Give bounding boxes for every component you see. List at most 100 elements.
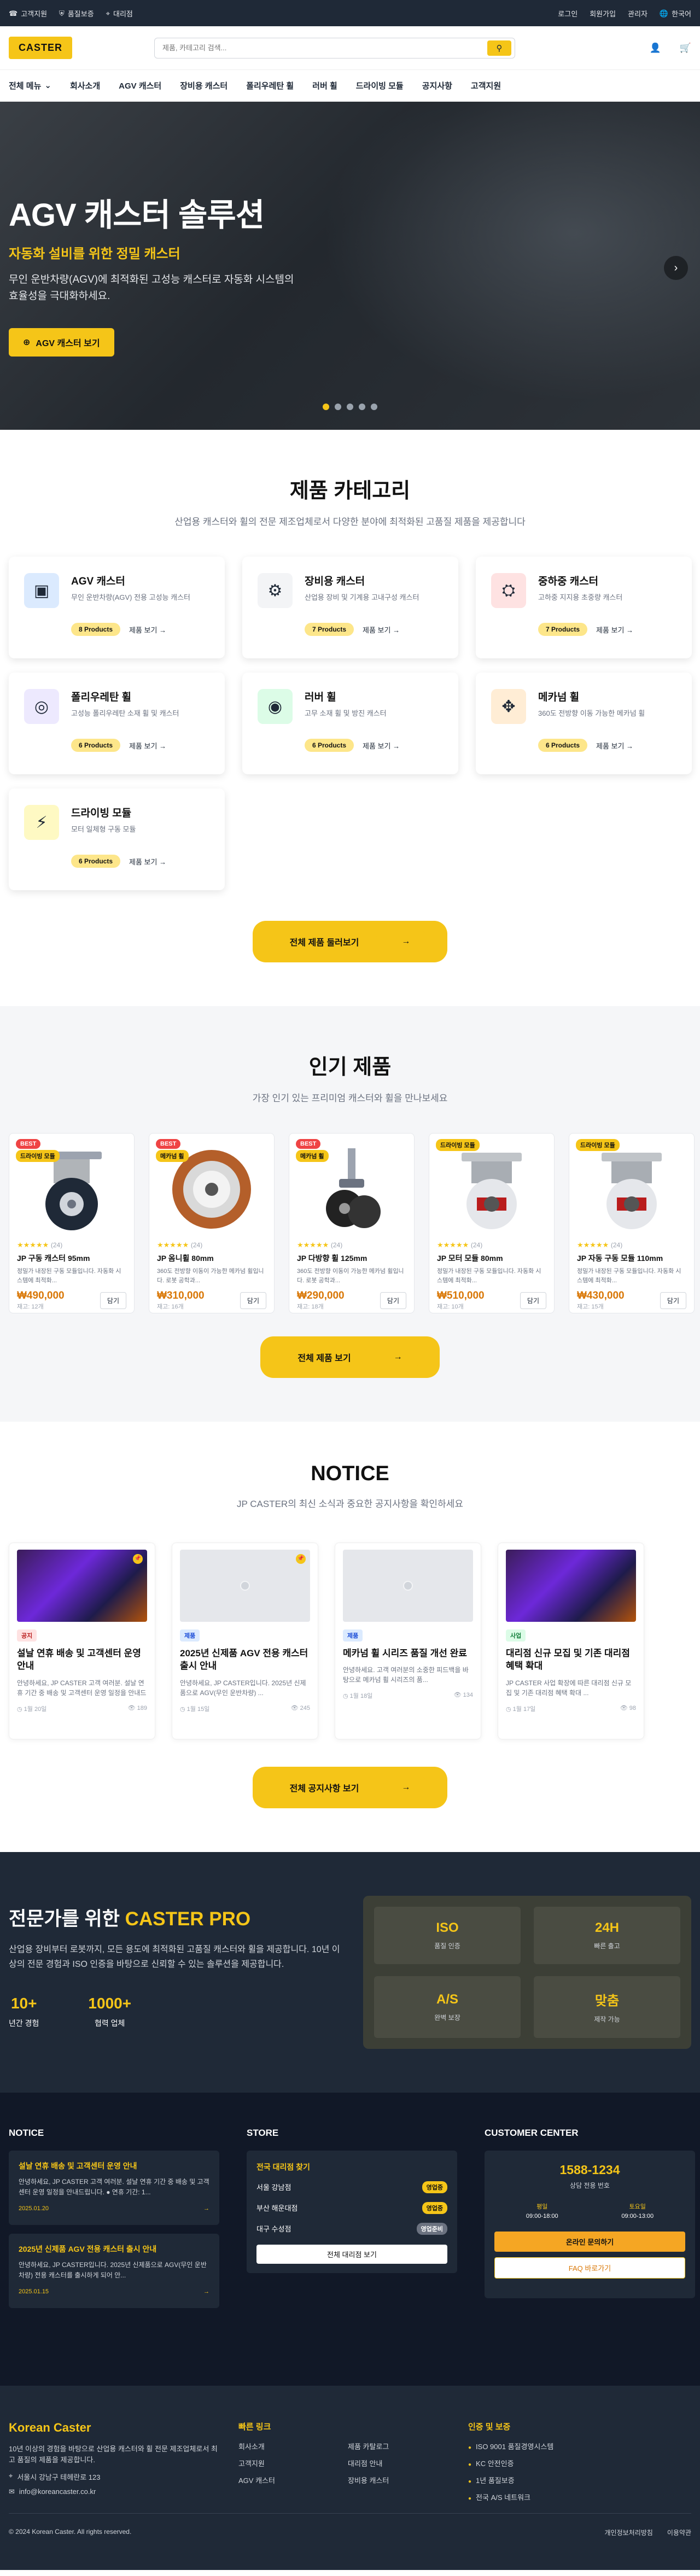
hero-cta-button[interactable]: ⊕ AGV 캐스터 보기 <box>9 328 114 357</box>
add-to-cart-button[interactable]: 담기 <box>100 1292 126 1309</box>
category-desc: 산업용 장비 및 기계용 고내구성 캐스터 <box>305 593 419 602</box>
view-products-link[interactable]: 제품 보기 → <box>596 740 633 751</box>
footer-link[interactable]: 회사소개 <box>238 2441 348 2451</box>
topbar-link-1[interactable]: ⛨ 품질보증 <box>59 8 94 19</box>
product-card[interactable]: 드라이빙 모듈 ★★★★★ (24) JP 자동 구동 모듈 110mm 정밀가 내장… <box>569 1133 695 1314</box>
view-products-link[interactable]: 제품 보기 → <box>596 624 633 635</box>
all-products-button[interactable]: 전체 제품 둘러보기 → <box>252 921 448 963</box>
view-all-products-button[interactable]: 전체 제품 보기 → <box>260 1336 440 1378</box>
privacy-link[interactable]: 개인정보처리방침 <box>605 2528 653 2537</box>
slide-dot[interactable] <box>359 404 365 410</box>
section-subtitle: JP CASTER의 최신 소식과 중요한 공지사항을 확인하세요 <box>237 1499 463 1510</box>
nav-item-3[interactable]: 폴리우레탄 휠 <box>246 80 294 91</box>
nav-item-5[interactable]: 드라이빙 모듈 <box>356 80 404 91</box>
topbar-link-2[interactable]: ⌖ 대리점 <box>106 8 133 19</box>
category-card[interactable]: ⛭ 중하중 캐스터 고하중 지지용 초중량 캐스터 7 Products 제품 보기 → <box>476 557 692 659</box>
add-to-cart-button[interactable]: 담기 <box>380 1292 406 1309</box>
category-card[interactable]: ✥ 메카넘 휠 360도 전방향 이동 가능한 메카넘 휠 6 Products 제품 … <box>476 673 692 775</box>
notice-image <box>343 1549 473 1622</box>
add-to-cart-button[interactable]: 담기 <box>520 1292 546 1309</box>
store-row[interactable]: 대구 수성점 영업준비 <box>256 2222 447 2235</box>
view-products-link[interactable]: 제품 보기 → <box>129 856 166 867</box>
slide-dot[interactable] <box>335 404 341 410</box>
notice-card[interactable]: 제품 메카넘 휠 시리즈 품질 개선 완료 안녕하세요. 고객 여러분의 소중한 피… <box>335 1542 481 1739</box>
nav-item-7[interactable]: 고객지원 <box>471 80 501 91</box>
user-icon[interactable]: 👤 <box>650 43 661 52</box>
footer-notice-item[interactable]: 2025년 신제품 AGV 전용 캐스터 출시 안내 안녕하세요, JP CAST… <box>9 2233 219 2308</box>
cert-item: KC 안전인증 <box>468 2458 553 2468</box>
search-input[interactable] <box>162 44 488 52</box>
product-card[interactable]: 드라이빙 모듈 ★★★★★ (24) JP 모터 모듈 80mm 정밀가 내장된 구동… <box>429 1133 555 1314</box>
category-icon: ⛭ <box>491 573 526 609</box>
footer-notice: NOTICE 설날 연휴 배송 및 고객센터 운영 안내 안녕하세요, JP CA… <box>9 2128 219 2358</box>
notice-card[interactable]: 사업 대리점 신규 모집 및 기존 대리점 혜택 확대 JP CASTER 사업 확… <box>498 1542 644 1739</box>
category-card[interactable]: ◉ 러버 휠 고무 소재 휠 및 방진 캐스터 6 Products 제품 보기 → <box>242 673 458 775</box>
nav-item-0[interactable]: 회사소개 <box>70 80 100 91</box>
add-to-cart-button[interactable]: 담기 <box>660 1292 686 1309</box>
site-logo[interactable]: CASTER <box>9 37 73 59</box>
best-badge: BEST <box>16 1139 41 1149</box>
feature-label: 제작 가능 <box>594 2016 620 2024</box>
online-inquiry-button[interactable]: 온라인 문의하기 <box>494 2231 685 2252</box>
faq-button[interactable]: FAQ 바로가기 <box>494 2257 685 2279</box>
footer-link[interactable]: 장비용 캐스터 <box>348 2475 457 2485</box>
footer-link[interactable]: 제품 카탈로그 <box>348 2441 457 2451</box>
pro-feature-tile: ISO 품질 인증 <box>374 1906 521 1965</box>
notice-date: ◷ 1월 20일 <box>17 1706 47 1713</box>
product-stock: 재고: 12개 <box>17 1304 44 1311</box>
view-products-link[interactable]: 제품 보기 → <box>129 740 166 751</box>
product-card[interactable]: BEST 메카넘 휠 ★★★★★ (24) JP 옴니휠 80mm 360도 전방향 이… <box>149 1133 275 1314</box>
product-name: JP 모터 모듈 80mm <box>437 1254 503 1263</box>
store-row[interactable]: 부산 해운대점 영업중 <box>256 2201 447 2214</box>
admin-link[interactable]: 관리자 <box>628 8 648 19</box>
category-card[interactable]: ▣ AGV 캐스터 무인 운반차량(AGV) 전용 고성능 캐스터 8 Product… <box>9 557 225 659</box>
login-link[interactable]: 로그인 <box>558 8 578 19</box>
all-menu-button[interactable]: 전체 메뉴 ⌄ <box>9 80 51 91</box>
add-to-cart-button[interactable]: 담기 <box>240 1292 266 1309</box>
search-button[interactable]: ⚲ <box>487 40 512 56</box>
language-selector[interactable]: 🌐 한국어 <box>660 8 691 19</box>
footer-link[interactable]: AGV 캐스터 <box>238 2475 348 2485</box>
notice-views: 👁 189 <box>127 1705 147 1712</box>
signup-link[interactable]: 회원가입 <box>590 8 616 19</box>
notice-card[interactable]: 📌 공지 설날 연휴 배송 및 고객센터 운영 안내 안녕하세요, JP CASTER… <box>9 1542 155 1739</box>
product-desc: 360도 전방향 이동이 가능한 메카넘 휠입니다. 로봇 공학과... <box>297 1268 404 1284</box>
cert-item: 전국 A/S 네트워크 <box>468 2492 553 2502</box>
store-row[interactable]: 서울 강남점 영업중 <box>256 2181 447 2193</box>
product-card[interactable]: BEST 메카넘 휠 ★★★★★ (24) JP 다방향 휠 125mm 360도 전방… <box>289 1133 415 1314</box>
slide-dot[interactable] <box>323 404 329 410</box>
view-products-link[interactable]: 제품 보기 → <box>363 740 400 751</box>
view-products-label: 제품 보기 <box>363 626 391 634</box>
product-count-badge: 6 Products <box>305 739 354 752</box>
notice-card[interactable]: 📌 제품 2025년 신제품 AGV 전용 캐스터 출시 안내 안녕하세요, JP C… <box>172 1542 318 1739</box>
category-name: 중하중 캐스터 <box>538 576 599 588</box>
category-card[interactable]: ⚡ 드라이빙 모듈 모터 일체형 구동 모듈 6 Products 제품 보기 → <box>9 788 225 891</box>
slide-dot[interactable] <box>371 404 377 410</box>
feature-label: 완벽 보장 <box>434 2013 460 2022</box>
nav-item-4[interactable]: 러버 휠 <box>312 80 337 91</box>
all-stores-button[interactable]: 전체 대리점 보기 <box>256 2244 447 2264</box>
store-name: 부산 해운대점 <box>256 2204 298 2213</box>
next-slide-button[interactable]: › <box>664 256 688 280</box>
view-products-label: 제품 보기 <box>129 626 158 634</box>
nav-item-2[interactable]: 장비용 캐스터 <box>180 80 228 91</box>
slide-dot[interactable] <box>347 404 353 410</box>
terms-link[interactable]: 이용약관 <box>667 2528 691 2537</box>
notice-views-text: 189 <box>137 1705 147 1712</box>
view-products-link[interactable]: 제품 보기 → <box>363 624 400 635</box>
best-badge: BEST <box>296 1139 321 1149</box>
nav-item-1[interactable]: AGV 캐스터 <box>119 80 161 91</box>
footer-notice-item[interactable]: 설날 연휴 배송 및 고객센터 운영 안내 안녕하세요, JP CASTER 고객… <box>9 2150 219 2225</box>
cart-icon[interactable]: 🛒 <box>680 43 691 52</box>
product-desc: 정밀가 내장된 구동 모듈입니다. 자동화 시스템에 최적화... <box>577 1268 681 1284</box>
nav-item-6[interactable]: 공지사항 <box>422 80 452 91</box>
footer-notice-desc: 안녕하세요, JP CASTER 고객 여러분. 설날 연휴 기간 중 배송 및… <box>19 2177 209 2196</box>
category-card[interactable]: ⚙ 장비용 캐스터 산업용 장비 및 기계용 고내구성 캐스터 7 Products 제… <box>242 557 458 659</box>
view-products-link[interactable]: 제품 보기 → <box>129 624 166 635</box>
footer-link[interactable]: 고객지원 <box>238 2458 348 2468</box>
product-card[interactable]: BEST 드라이빙 모듈 ★★★★★ (24) JP 구동 캐스터 95mm 정밀가 내… <box>9 1133 135 1314</box>
all-notices-button[interactable]: 전체 공지사항 보기 → <box>252 1766 448 1808</box>
category-card[interactable]: ◎ 폴리우레탄 휠 고성능 폴리우레탄 소재 휠 및 캐스터 6 Products 제품… <box>9 673 225 775</box>
footer-link[interactable]: 대리점 안내 <box>348 2458 457 2468</box>
topbar-link-0[interactable]: ☎ 고객지원 <box>9 8 47 19</box>
